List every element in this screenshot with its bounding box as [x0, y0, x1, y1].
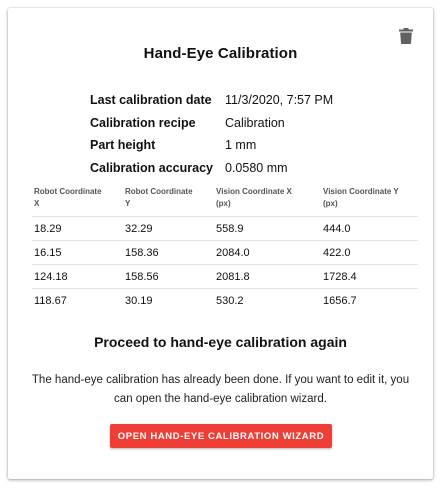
- info-row: Last calibration date 11/3/2020, 7:57 PM: [90, 89, 333, 112]
- table-cell: 32.29: [123, 216, 214, 241]
- table-cell: 158.36: [123, 240, 214, 265]
- proceed-heading: Proceed to hand-eye calibration again: [94, 334, 347, 350]
- table-cell: 530.2: [214, 288, 321, 312]
- table-cell: 1728.4: [321, 264, 418, 289]
- card-title: Hand-Eye Calibration: [143, 45, 298, 62]
- table-cell: 2081.8: [214, 264, 321, 289]
- table-row: 18.29 32.29 558.9 444.0: [32, 216, 418, 241]
- proceed-description: The hand-eye calibration has already bee…: [31, 374, 410, 405]
- column-header: Robot Coordinate X: [34, 187, 102, 208]
- table-row: 118.67 30.19 530.2 1656.7: [32, 288, 418, 312]
- info-label: Calibration accuracy: [90, 160, 213, 175]
- info-value: 1 mm: [225, 138, 257, 153]
- table-row: 124.18 158.56 2081.8 1728.4: [32, 264, 418, 289]
- table-cell: 558.9: [214, 216, 321, 241]
- info-row: Part height 1 mm: [90, 134, 333, 157]
- open-wizard-button[interactable]: OPEN HAND-EYE CALIBRATION WIZARD: [110, 424, 332, 448]
- table-cell: 1656.7: [321, 288, 418, 312]
- table-header-row: Robot Coordinate X Robot Coordinate Y Visi…: [32, 186, 418, 217]
- info-label: Part height: [90, 138, 156, 153]
- table-cell: 16.15: [32, 240, 123, 265]
- info-row: Calibration accuracy 0.0580 mm: [90, 157, 333, 180]
- info-label: Last calibration date: [90, 93, 212, 108]
- table-cell: 18.29: [32, 216, 123, 241]
- info-row: Calibration recipe Calibration: [90, 112, 333, 135]
- column-header: Vision Coordinate X (px): [216, 187, 292, 208]
- table-cell: 30.19: [123, 288, 214, 312]
- info-value: Calibration: [225, 115, 285, 130]
- calibration-card: Hand-Eye Calibration Last calibration da…: [8, 8, 433, 479]
- info-label: Calibration recipe: [90, 115, 196, 130]
- coordinates-table: Robot Coordinate X Robot Coordinate Y Visi…: [32, 186, 418, 312]
- table-cell: 2084.0: [214, 240, 321, 265]
- column-header: Robot Coordinate Y: [125, 187, 193, 208]
- calibration-info: Last calibration date 11/3/2020, 7:57 PM…: [90, 89, 333, 179]
- column-header: Vision Coordinate Y (px): [323, 187, 399, 208]
- trash-icon[interactable]: [399, 28, 413, 44]
- table-row: 16.15 158.36 2084.0 422.0: [32, 240, 418, 265]
- info-value: 11/3/2020, 7:57 PM: [225, 93, 334, 108]
- info-value: 0.0580 mm: [225, 160, 288, 175]
- table-cell: 422.0: [321, 240, 418, 265]
- table-cell: 158.56: [123, 264, 214, 289]
- table-cell: 124.18: [32, 264, 123, 289]
- table-cell: 444.0: [321, 216, 418, 241]
- table-cell: 118.67: [32, 288, 123, 312]
